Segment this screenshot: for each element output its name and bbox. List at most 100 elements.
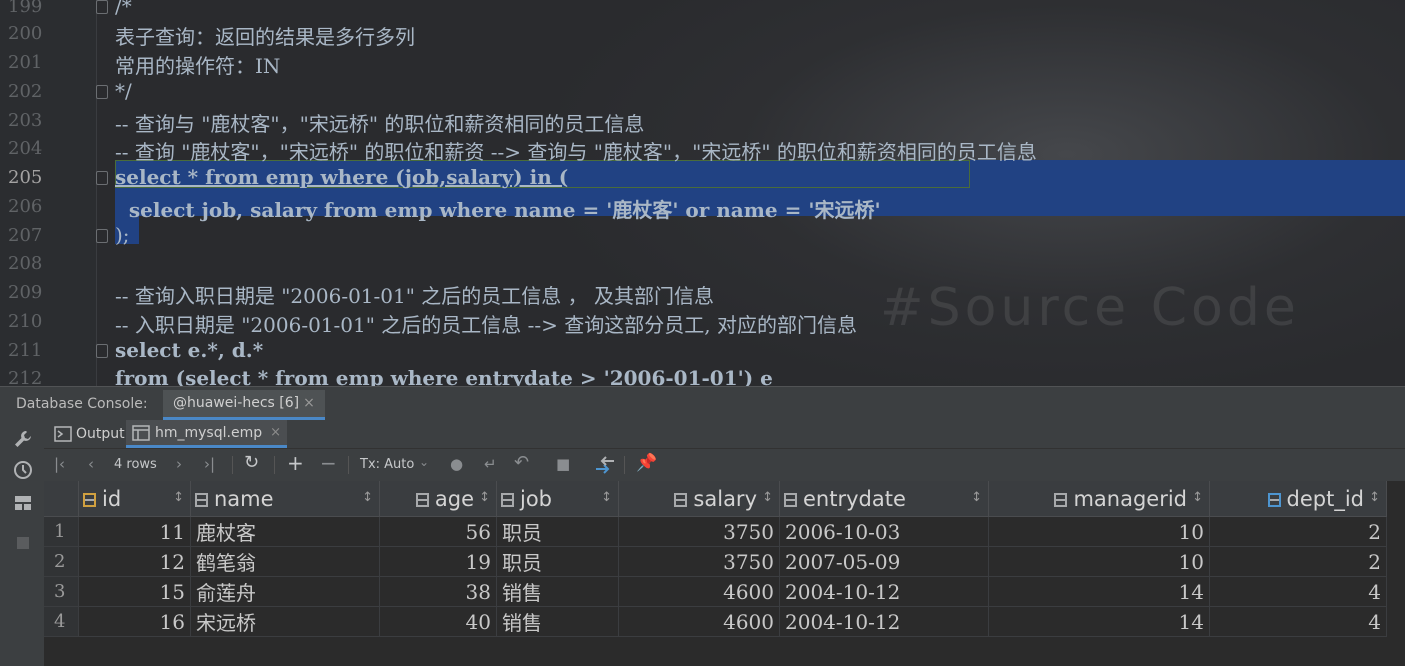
table-row[interactable]: 2 12 鹤笔翁 19 职员 3750 2007-05-09 10 2 xyxy=(44,546,1387,577)
stop-execution-icon[interactable]: ■ xyxy=(556,455,570,473)
sql-editor[interactable]: #Source Code 199 /* 200 表子查询：返回的结果是多行多列 … xyxy=(0,0,1405,386)
result-grid[interactable]: id ↕ name ↕ age ↕ job ↕ salary ↕ entrydate ↕ m… xyxy=(44,481,1405,666)
undo-icon[interactable]: ↶ xyxy=(514,452,529,473)
fold-marker-icon[interactable] xyxy=(96,344,108,358)
cell-job[interactable]: 职员 xyxy=(496,516,619,547)
delete-row-icon[interactable]: − xyxy=(320,451,337,475)
cell-dept-id[interactable]: 4 xyxy=(1209,606,1387,637)
cell-job[interactable]: 销售 xyxy=(496,606,619,637)
cell-id[interactable]: 12 xyxy=(78,546,191,577)
pin-icon[interactable]: 📌 xyxy=(636,453,657,473)
cell-managerid[interactable]: 10 xyxy=(988,516,1210,547)
close-icon[interactable]: × xyxy=(270,425,281,440)
transaction-mode-dropdown[interactable]: Tx: Auto xyxy=(360,457,414,472)
code-line[interactable]: 200 表子查询：返回的结果是多行多列 xyxy=(0,19,1405,49)
stop-icon[interactable] xyxy=(12,532,34,554)
sort-icon[interactable]: ↕ xyxy=(173,490,184,505)
fold-marker-icon[interactable] xyxy=(96,0,108,14)
code-line[interactable]: 211 select e.*, d.* xyxy=(0,336,1405,365)
cell-dept-id[interactable]: 4 xyxy=(1209,576,1387,607)
layout-icon[interactable] xyxy=(12,492,34,514)
cell-name[interactable]: 鹤笔翁 xyxy=(190,546,380,577)
sort-icon[interactable]: ↕ xyxy=(762,490,773,505)
column-header-name[interactable]: name ↕ xyxy=(190,481,380,517)
last-page-icon[interactable]: ›| xyxy=(204,455,215,473)
fold-marker-icon[interactable] xyxy=(96,171,108,185)
column-header-managerid[interactable]: managerid ↕ xyxy=(988,481,1210,517)
code-line[interactable]: 209 -- 查询入职日期是 "2006-01-01" 之后的员工信息 ， 及其… xyxy=(0,278,1405,308)
code-line[interactable]: 203 -- 查询与 "鹿杖客"，"宋远桥" 的职位和薪资相同的员工信息 xyxy=(0,106,1405,136)
sort-icon[interactable]: ↕ xyxy=(971,490,982,505)
cell-name[interactable]: 俞莲舟 xyxy=(190,576,380,607)
sort-icon[interactable]: ↕ xyxy=(479,490,490,505)
console-session-label: @huawei-hecs [6] xyxy=(173,395,300,411)
code-line[interactable]: 202 */ xyxy=(0,77,1405,106)
fold-marker-icon[interactable] xyxy=(96,229,108,243)
cell-age[interactable]: 19 xyxy=(379,546,497,577)
prev-page-icon[interactable]: ‹ xyxy=(88,455,94,473)
cell-entrydate[interactable]: 2004-10-12 xyxy=(779,576,989,607)
cell-managerid[interactable]: 14 xyxy=(988,576,1210,607)
cell-age[interactable]: 40 xyxy=(379,606,497,637)
close-icon[interactable]: × xyxy=(303,395,315,411)
cell-managerid[interactable]: 10 xyxy=(988,546,1210,577)
cell-salary[interactable]: 4600 xyxy=(618,606,780,637)
chevron-down-icon[interactable]: ⌄ xyxy=(419,455,429,469)
table-row[interactable]: 4 16 宋远桥 40 销售 4600 2004-10-12 14 4 xyxy=(44,606,1387,637)
history-clock-icon[interactable] xyxy=(12,459,34,481)
cell-name[interactable]: 鹿杖客 xyxy=(190,516,380,547)
fold-marker-icon[interactable] xyxy=(96,85,108,99)
code-line[interactable]: 204 -- 查询 "鹿杖客"，"宋远桥" 的职位和薪资 --> 查询与 "鹿杖… xyxy=(0,134,1405,164)
sort-icon[interactable]: ↕ xyxy=(601,490,612,505)
cell-id[interactable]: 16 xyxy=(78,606,191,637)
next-page-icon[interactable]: › xyxy=(176,455,182,473)
code-line[interactable]: 201 常用的操作符：IN xyxy=(0,48,1405,78)
code-line[interactable]: 206 select job, salary from emp where na… xyxy=(0,192,1405,222)
cell-job[interactable]: 销售 xyxy=(496,576,619,607)
code-line[interactable]: 205 select * from emp where (job,salary)… xyxy=(0,163,1405,192)
code-line[interactable]: 208 xyxy=(0,249,1405,278)
cell-age[interactable]: 56 xyxy=(379,516,497,547)
sort-icon[interactable]: ↕ xyxy=(1192,490,1203,505)
code-line[interactable]: 212 from (select * from emp where entryd… xyxy=(0,364,1405,386)
compare-arrows-icon[interactable] xyxy=(594,455,616,475)
table-row[interactable]: 1 11 鹿杖客 56 职员 3750 2006-10-03 10 2 xyxy=(44,516,1387,547)
refresh-icon[interactable]: ↻ xyxy=(244,452,259,473)
column-header-id[interactable]: id ↕ xyxy=(78,481,191,517)
tab-output[interactable]: Output xyxy=(48,420,131,448)
cell-managerid[interactable]: 14 xyxy=(988,606,1210,637)
cell-age[interactable]: 38 xyxy=(379,576,497,607)
column-header-entrydate[interactable]: entrydate ↕ xyxy=(779,481,989,517)
cell-salary[interactable]: 4600 xyxy=(618,576,780,607)
rollback-icon[interactable]: ↵ xyxy=(484,455,497,473)
column-header-age[interactable]: age ↕ xyxy=(379,481,497,517)
wrench-icon[interactable] xyxy=(12,428,34,450)
cell-entrydate[interactable]: 2007-05-09 xyxy=(779,546,989,577)
tab-result-emp[interactable]: hm_mysql.emp × xyxy=(126,420,287,448)
cell-entrydate[interactable]: 2006-10-03 xyxy=(779,516,989,547)
commit-icon[interactable]: ● xyxy=(450,455,463,473)
add-row-icon[interactable]: + xyxy=(287,451,304,475)
column-header-salary[interactable]: salary ↕ xyxy=(618,481,780,517)
toolbar-separator xyxy=(232,456,233,474)
column-header-dept-id[interactable]: dept_id ↕ xyxy=(1209,481,1387,517)
code-line[interactable]: 199 /* xyxy=(0,0,1405,21)
sort-icon[interactable]: ↕ xyxy=(362,490,373,505)
console-session-tab[interactable]: @huawei-hecs [6] × xyxy=(163,390,325,420)
cell-id[interactable]: 11 xyxy=(78,516,191,547)
cell-name[interactable]: 宋远桥 xyxy=(190,606,380,637)
sort-icon[interactable]: ↕ xyxy=(1369,490,1380,505)
cell-entrydate[interactable]: 2004-10-12 xyxy=(779,606,989,637)
cell-dept-id[interactable]: 2 xyxy=(1209,516,1387,547)
cell-salary[interactable]: 3750 xyxy=(618,546,780,577)
code-line[interactable]: 207 ); xyxy=(0,221,1405,250)
row-count-label[interactable]: 4 rows xyxy=(114,457,157,472)
table-row[interactable]: 3 15 俞莲舟 38 销售 4600 2004-10-12 14 4 xyxy=(44,576,1387,607)
cell-dept-id[interactable]: 2 xyxy=(1209,546,1387,577)
cell-job[interactable]: 职员 xyxy=(496,546,619,577)
cell-salary[interactable]: 3750 xyxy=(618,516,780,547)
first-page-icon[interactable]: |‹ xyxy=(54,455,65,473)
column-header-job[interactable]: job ↕ xyxy=(496,481,619,517)
code-line[interactable]: 210 -- 入职日期是 "2006-01-01" 之后的员工信息 --> 查询… xyxy=(0,307,1405,337)
cell-id[interactable]: 15 xyxy=(78,576,191,607)
